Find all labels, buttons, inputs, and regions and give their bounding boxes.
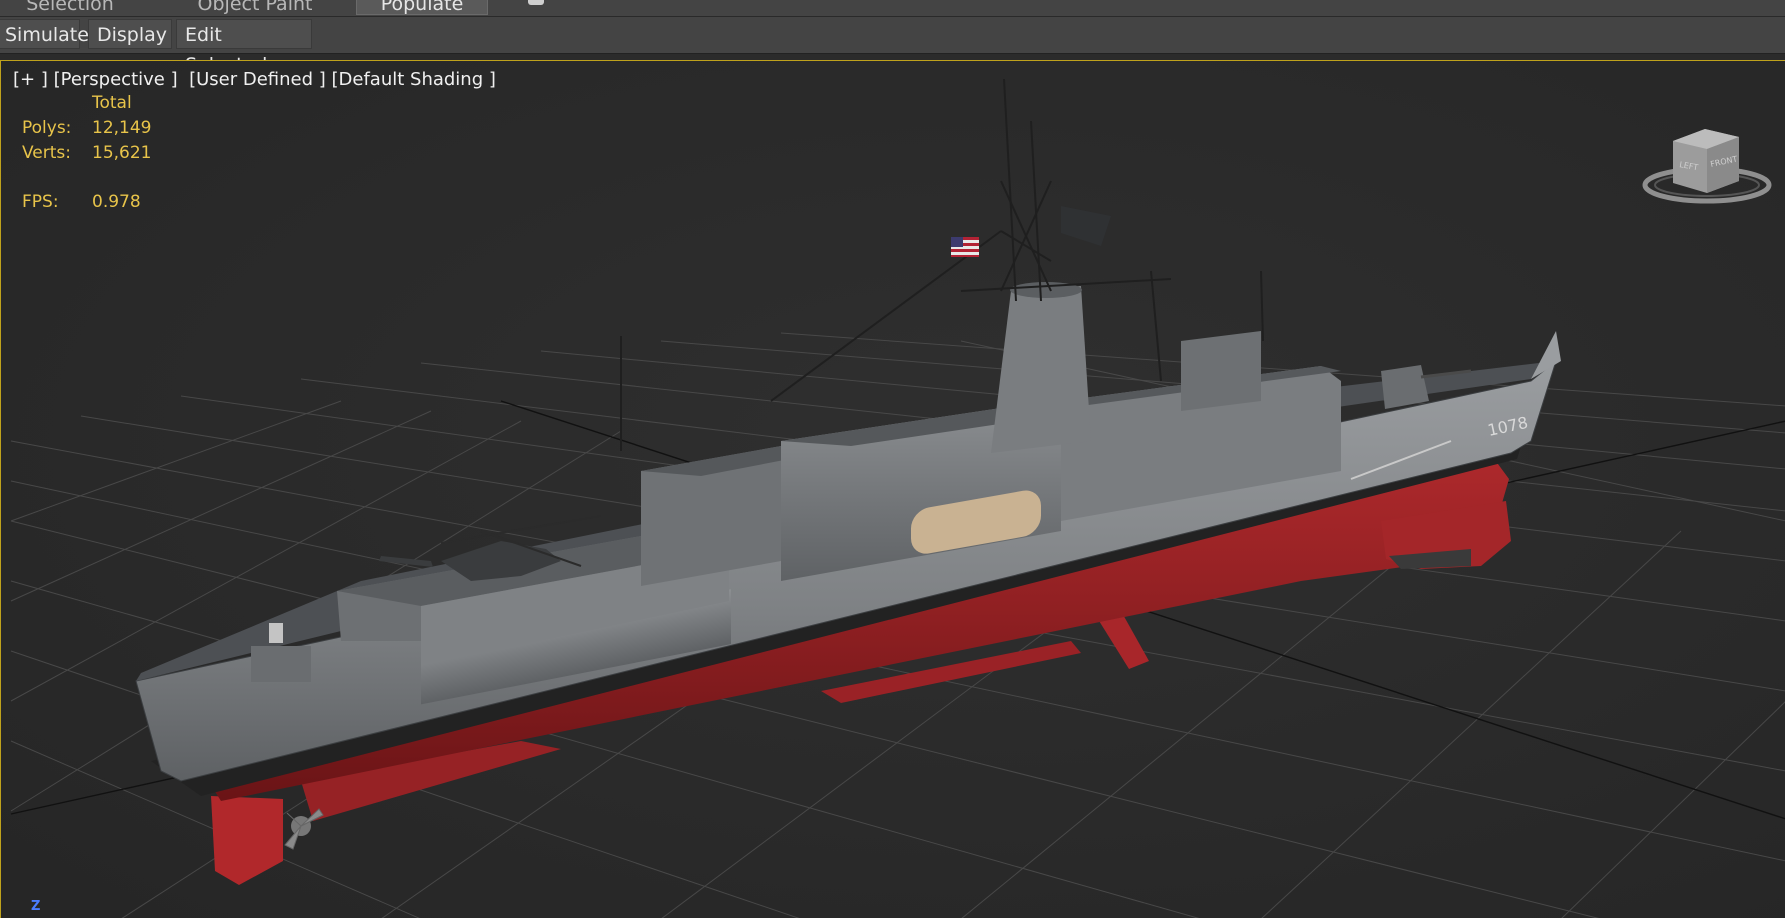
viewport-shading-menu[interactable]: [Default Shading ] [332,69,496,90]
viewport-pov-menu[interactable]: [Perspective ] [54,69,178,90]
stats-verts-value: 15,621 [92,143,152,163]
us-flag [951,237,979,257]
stats-fps-label: FPS: [22,192,59,212]
stats-polys-value: 12,149 [92,118,152,138]
stats-verts-label: Verts: [22,143,72,163]
stats-header: Total [92,93,132,113]
display-button[interactable]: Display [88,19,172,49]
tab-populate[interactable]: Populate [356,0,488,15]
viewcube-icon[interactable]: LEFT FRONT [1641,123,1773,213]
tab-object-paint[interactable]: Object Paint [170,0,340,14]
viewport-label-menu: [+ ] [Perspective ] [User Defined ] [Def… [13,69,496,90]
viewport-scene: 1078 [1,61,1785,918]
ribbon-tab-bar: Selection Object Paint Populate [0,0,1785,17]
stats-polys-label: Polys: [22,118,72,138]
simulate-button[interactable]: Simulate [0,19,89,49]
perspective-viewport[interactable]: 1078 [+] [Perspective] [User Defined]… [0,60,1785,918]
axis-z-label: Z [31,899,41,914]
toolbar-dropdown-icon[interactable] [528,0,544,5]
viewport-style-menu[interactable]: [User Defined ] [189,69,326,90]
tab-selection[interactable]: Selection [0,0,140,14]
stats-fps-value: 0.978 [92,192,141,212]
populate-toolbar: Simulate Display Edit Selected [0,17,1785,76]
viewport-plus-menu[interactable]: [+ ] [13,69,48,90]
edit-selected-button[interactable]: Edit Selected [176,19,312,76]
